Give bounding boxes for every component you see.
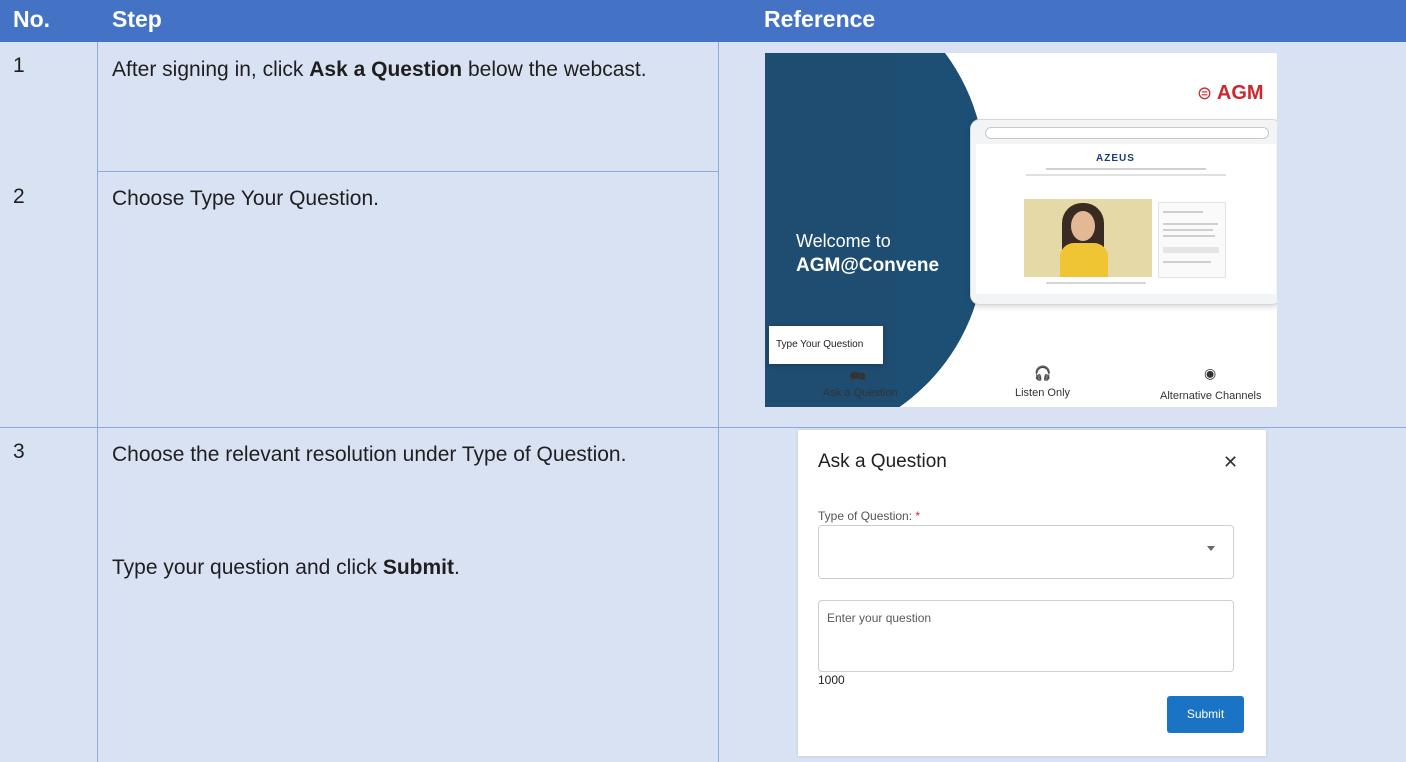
column-divider — [97, 42, 98, 762]
type-of-question-label: Type of Question: * — [818, 509, 920, 523]
laptop-screen: AZEUS — [976, 144, 1276, 294]
instruction-table: No. Step Reference 1 After signing in, c… — [0, 0, 1406, 762]
reference-screenshot-ask-question-dialog: Ask a Question ✕ Type of Question: * Ent… — [798, 430, 1266, 756]
row-number: 3 — [13, 440, 25, 463]
step-text-part: Type your question and click — [112, 556, 383, 579]
text-line — [1163, 261, 1211, 263]
laptop-mockup: AZEUS — [970, 119, 1277, 305]
text-line — [1046, 168, 1206, 170]
step-text-bold: Ask a Question — [309, 58, 463, 81]
reference-screenshot-webcast: ⊜ AGM Welcome to AGM@Convene AZEUS Type … — [765, 53, 1277, 407]
brand-text: AGM@Convene — [796, 255, 940, 276]
webcast-video — [1024, 199, 1152, 277]
chevron-down-icon — [1207, 546, 1215, 551]
header-no: No. — [13, 6, 51, 32]
step-text-bold: Submit — [382, 556, 454, 579]
close-icon[interactable]: ✕ — [1223, 452, 1238, 473]
row-divider — [0, 427, 1406, 428]
broadcast-icon[interactable]: ◉ — [1204, 365, 1216, 382]
presenter-face — [1071, 211, 1095, 241]
listen-only-label[interactable]: Listen Only — [1015, 387, 1070, 399]
ask-question-label[interactable]: Ask a Question — [823, 387, 898, 399]
row-number: 2 — [13, 185, 25, 208]
alternative-channels-label[interactable]: Alternative Channels — [1160, 390, 1262, 402]
question-textarea[interactable]: Enter your question — [818, 600, 1234, 672]
table-header: No. Step Reference — [0, 0, 1406, 42]
type-your-question-popup[interactable]: Type Your Question — [769, 326, 883, 364]
row-number: 1 — [13, 54, 25, 77]
step-text-part: . — [454, 556, 460, 579]
dialog-title: Ask a Question — [818, 451, 947, 472]
row-divider — [97, 171, 718, 172]
header-reference: Reference — [764, 6, 876, 32]
step-text: Type your question and click Submit. — [112, 549, 712, 586]
header-step: Step — [112, 6, 162, 32]
text-line — [1163, 211, 1203, 213]
options-row — [1163, 247, 1219, 253]
headphones-icon[interactable]: 🎧 — [1034, 365, 1051, 382]
submit-button[interactable]: Submit — [1167, 696, 1244, 733]
toolbar-line — [1046, 282, 1146, 284]
step-text: After signing in, click Ask a Question b… — [112, 51, 702, 88]
welcome-text: Welcome to — [796, 231, 891, 251]
text-line — [1026, 174, 1226, 176]
character-count: 1000 — [818, 673, 845, 687]
type-of-question-select[interactable] — [818, 525, 1234, 579]
step-text-part: After signing in, click — [112, 58, 310, 81]
column-divider — [718, 42, 719, 762]
address-bar — [985, 127, 1269, 139]
submit-label: Submit — [1186, 707, 1225, 721]
agm-logo: ⊜ AGM — [1197, 82, 1264, 104]
text-line — [1163, 223, 1218, 225]
question-placeholder: Enter your question — [827, 611, 932, 625]
text-line — [1163, 235, 1215, 237]
agm-logo-text: AGM — [1216, 82, 1264, 104]
side-panel — [1158, 202, 1226, 278]
company-logo: AZEUS — [1096, 153, 1135, 164]
step-text-part: below the webcast. — [462, 58, 647, 81]
popup-label: Type Your Question — [776, 339, 864, 350]
step-text: Choose the relevant resolution under Typ… — [112, 443, 627, 466]
required-mark: * — [915, 509, 921, 523]
presenter-top — [1060, 243, 1108, 277]
step-text: Choose Type Your Question. — [112, 187, 379, 210]
type-label-text: Type of Question: — [818, 509, 913, 523]
text-line — [1163, 229, 1213, 231]
